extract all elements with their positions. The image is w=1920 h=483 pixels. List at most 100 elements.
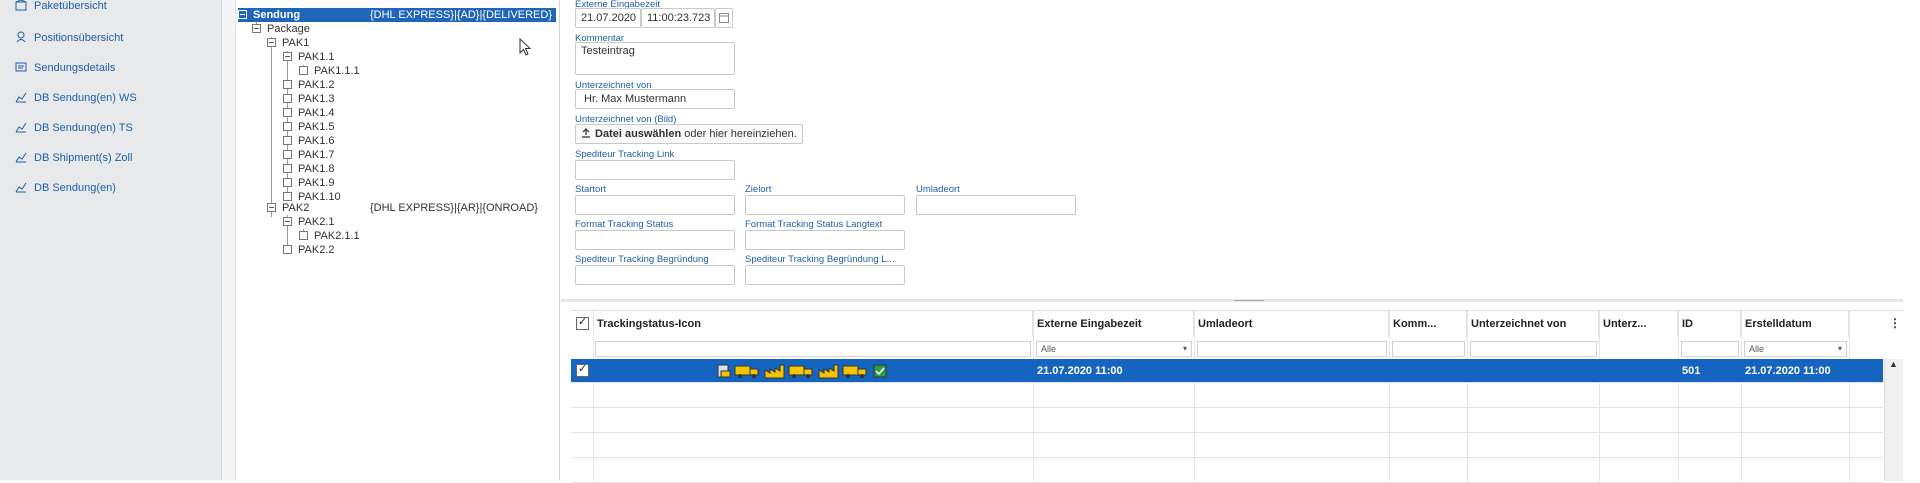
tree-node-pak1-7[interactable]: PAK1.7 [283, 148, 335, 162]
tree-node-pak1-1[interactable]: PAK1.1 [283, 50, 335, 64]
collapse-icon[interactable] [283, 52, 292, 61]
tree-node-sendung[interactable]: Sendung {DHL EXPRESS}|{AD}|{DELIVERED} [238, 8, 556, 22]
leaf-node-icon [283, 94, 292, 103]
table-row[interactable]: 21.07.2020 11:00 501 21.07.2020 11:00 [571, 359, 1883, 383]
cell-id: 501 [1682, 365, 1701, 377]
tree-node-label: PAK1.6 [298, 135, 335, 147]
file-upload-label: oder hier hereinziehen. [681, 128, 797, 140]
filter-trackingstatus-icon[interactable] [595, 341, 1031, 357]
tree-node-package[interactable]: Package [252, 22, 310, 36]
more-options-icon[interactable]: ⋮ [1889, 316, 1901, 330]
spediteur-link-field[interactable] [575, 160, 735, 180]
grid-scrollbar[interactable]: ▲ [1884, 359, 1903, 481]
table-row[interactable] [571, 434, 1883, 458]
truck-icon [734, 365, 759, 378]
sidebar-item-db-shipments-zoll[interactable]: DB Shipment(s) Zoll [15, 148, 132, 168]
filter-umladeort[interactable] [1197, 341, 1387, 357]
tree-node-label: PAK1.4 [298, 107, 335, 119]
startort-field[interactable] [575, 195, 735, 215]
column-header-kommentar[interactable]: Komm... [1389, 311, 1467, 337]
tree-node-pak1-5[interactable]: PAK1.5 [283, 120, 335, 134]
table-row[interactable] [571, 409, 1883, 433]
sidebar-item-label: DB Sendung(en) WS [34, 92, 137, 104]
sidebar-item-sendungsdetails[interactable]: Sendungsdetails [15, 58, 115, 78]
collapse-icon[interactable] [238, 10, 247, 19]
column-header-umladeort[interactable]: Umladeort [1194, 311, 1389, 337]
tree-node-pak2-1-1[interactable]: PAK2.1.1 [299, 229, 360, 243]
cell-erstelldatum: 21.07.2020 11:00 [1745, 365, 1831, 377]
tree-node-pak1[interactable]: PAK1 [267, 36, 309, 50]
sidebar-item-db-sendungen-ts[interactable]: DB Sendung(en) TS [15, 118, 133, 138]
tree-node-pak1-6[interactable]: PAK1.6 [283, 134, 335, 148]
chart-icon [15, 180, 27, 193]
zielort-field[interactable] [745, 195, 905, 215]
splitter-grip[interactable] [1234, 300, 1264, 301]
kommentar-textarea[interactable]: Testeintrag [575, 42, 735, 75]
column-header-trackingstatus-icon[interactable]: Trackingstatus-Icon [593, 311, 1033, 337]
tree-node-pak1-4[interactable]: PAK1.4 [283, 106, 335, 120]
collapse-icon[interactable] [267, 38, 276, 47]
column-header-unterzeichnet-von[interactable]: Unterzeichnet von [1467, 311, 1599, 337]
externe-eingabezeit-time-field[interactable]: 11:00:23.723 [641, 8, 715, 28]
shipment-tree: Sendung {DHL EXPRESS}|{AD}|{DELIVERED} P… [236, 0, 560, 480]
leaf-node-icon [299, 66, 308, 75]
tree-node-pak1-1-1[interactable]: PAK1.1.1 [299, 64, 360, 78]
table-row[interactable] [571, 384, 1883, 408]
tree-node-label: PAK2 [282, 202, 310, 214]
sidebar-item-label: DB Sendung(en) TS [34, 122, 133, 134]
begruendung-field[interactable] [575, 265, 735, 285]
sidebar: Paketübersicht Positionsübersicht Sendun… [0, 0, 222, 480]
filter-externe-eingabezeit[interactable]: Alle ▾ [1036, 341, 1192, 357]
tree-node-label: PAK1 [282, 37, 310, 49]
leaf-node-icon [283, 192, 292, 201]
collapse-icon[interactable] [283, 217, 292, 226]
column-header-unterzeichnet-bild[interactable]: Unterz... [1599, 311, 1678, 337]
sidebar-splitter[interactable] [222, 0, 236, 480]
format-status-lang-field[interactable] [745, 230, 905, 250]
calendar-icon[interactable] [715, 8, 733, 28]
filter-erstelldatum[interactable]: Alle ▾ [1744, 341, 1847, 357]
column-header-id[interactable]: ID [1678, 311, 1741, 337]
sidebar-item-paketuebersicht[interactable]: Paketübersicht [15, 0, 107, 16]
externe-eingabezeit-date-field[interactable]: 21.07.2020 [575, 8, 641, 28]
collapse-icon[interactable] [267, 203, 276, 212]
tree-node-pak2-1[interactable]: PAK2.1 [283, 215, 335, 229]
tree-node-label: PAK1.1.1 [314, 65, 360, 77]
panel-splitter[interactable] [561, 299, 1903, 302]
sidebar-item-db-sendungen-ws[interactable]: DB Sendung(en) WS [15, 88, 137, 108]
tree-node-status: {DHL EXPRESS}|{AD}|{DELIVERED} [370, 9, 553, 21]
details-icon [15, 60, 27, 72]
tree-node-pak1-2[interactable]: PAK1.2 [283, 78, 335, 92]
tree-node-pak2-2[interactable]: PAK2.2 [283, 243, 335, 257]
column-header-externe-eingabezeit[interactable]: Externe Eingabezeit [1033, 311, 1194, 337]
unterzeichnet-von-field[interactable]: Hr. Max Mustermann [575, 89, 735, 109]
sidebar-item-db-sendungen[interactable]: DB Sendung(en) [15, 178, 116, 198]
column-header-erstelldatum[interactable]: Erstelldatum [1741, 311, 1849, 337]
tree-node-pak2[interactable]: PAK2 {DHL EXPRESS}|{AR}|{ONROAD} [267, 201, 557, 215]
format-status-label: Format Tracking Status [575, 219, 674, 230]
umladeort-field[interactable] [916, 195, 1076, 215]
filter-id[interactable] [1681, 341, 1739, 357]
filter-unterzeichnet-von[interactable] [1470, 341, 1597, 357]
format-status-field[interactable] [575, 230, 735, 250]
chart-icon [15, 120, 27, 133]
leaf-node-icon [283, 136, 292, 145]
table-row[interactable] [571, 459, 1883, 483]
truck-icon [788, 365, 813, 378]
filter-kommentar[interactable] [1392, 341, 1465, 357]
leaf-node-icon [283, 122, 292, 131]
tree-node-pak1-9[interactable]: PAK1.9 [283, 176, 335, 190]
tree-node-label: PAK2.2 [298, 244, 335, 256]
tree-node-pak1-3[interactable]: PAK1.3 [283, 92, 335, 106]
tree-node-label: PAK1.3 [298, 93, 335, 105]
sidebar-item-positionsuebersicht[interactable]: Positionsübersicht [15, 28, 123, 48]
collapse-icon[interactable] [252, 24, 261, 33]
file-upload-button[interactable]: Datei auswählen oder hier hereinziehen. [575, 124, 803, 144]
tree-node-pak1-8[interactable]: PAK1.8 [283, 162, 335, 176]
select-all-checkbox[interactable] [576, 315, 589, 330]
row-checkbox[interactable] [576, 362, 589, 377]
position-icon [15, 30, 27, 43]
scroll-up-icon[interactable]: ▲ [1889, 359, 1898, 369]
document-scan-icon [717, 364, 731, 378]
begruendung-lang-field[interactable] [745, 265, 905, 285]
